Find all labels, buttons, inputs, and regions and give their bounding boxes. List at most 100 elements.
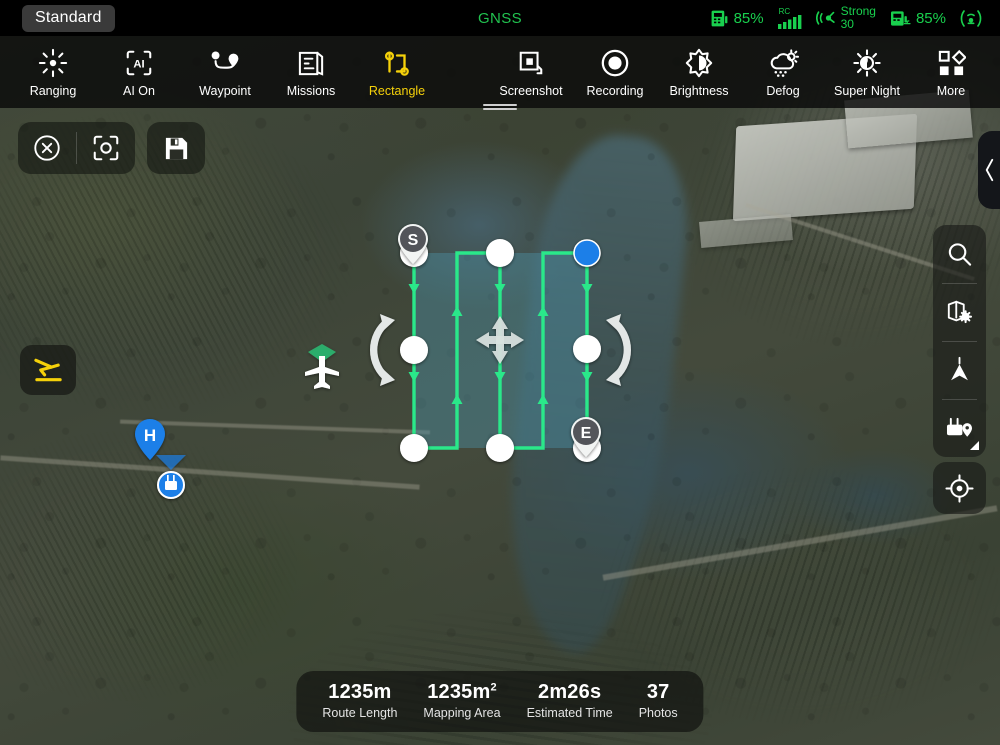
record-icon [600,46,630,80]
ranging-icon [38,46,68,80]
tool-ranging-label: Ranging [29,84,77,98]
drone-battery-icon [890,10,911,26]
camera-tools-group: Screenshot Recording Brightness Defog Su… [496,46,986,98]
tool-super-night[interactable]: Super Night [832,46,902,98]
aircraft-battery-indicator: 85% [890,9,946,28]
route-length-label: Route Length [322,706,398,720]
brightness-icon [684,46,714,80]
svg-text:AI: AI [133,59,144,71]
tool-brightness-label: Brightness [669,84,729,98]
mission-stats-bar: 1235m Route Length 1235m2 Mapping Area 2… [296,671,704,732]
stat-photos: 37 Photos [639,681,678,720]
chevron-left-icon [985,158,993,182]
search-icon [948,242,972,266]
end-marker-label: E [581,425,592,442]
estimated-time-value: 2m26s [537,681,602,703]
edge-handle-bottom-center[interactable] [486,434,514,462]
map-layers-button[interactable] [933,283,986,341]
status-bar: Standard GNSS 85% RC Strong 30 85% [0,0,1000,36]
save-mission-button[interactable] [147,122,205,174]
recenter-mission-button[interactable] [77,122,135,174]
screenshot-icon [517,46,545,80]
tool-screenshot[interactable]: Screenshot [496,46,566,98]
photos-value: 37 [646,681,670,703]
drag-handle-line [483,104,517,106]
transmission-icon [960,9,982,27]
tool-ranging[interactable]: Ranging [18,46,88,98]
cancel-mission-button[interactable] [18,122,76,174]
super-night-icon [852,46,882,80]
flight-mode-chip[interactable]: Standard [22,4,115,32]
stat-estimated-time: 2m26s Estimated Time [527,681,613,720]
edge-handle-mid-left[interactable] [400,336,428,364]
compass-north-icon [951,356,968,381]
toolbar-drag-handle[interactable] [483,104,517,113]
more-grid-icon [937,46,966,80]
locate-aircraft-button[interactable] [933,462,986,514]
mission-tools-group: Ranging AI AI On Waypoint Missions Recta… [18,46,432,98]
mapping-area-value: 1235m [427,681,491,703]
mapping-area-label: Mapping Area [423,706,501,720]
close-circle-icon [34,135,60,161]
tool-brightness[interactable]: Brightness [664,46,734,98]
focus-frame-icon [93,135,119,161]
home-marker-label: H [144,426,156,445]
tool-missions-label: Missions [286,84,336,98]
tool-screenshot-label: Screenshot [499,84,563,98]
expand-corner-indicator [970,441,979,450]
rc-battery-indicator: 85% [710,9,764,28]
remote-battery-icon [711,10,727,26]
save-floppy-icon [165,137,187,159]
map-settings-icon [947,300,972,324]
map-search-button[interactable] [933,225,986,283]
vertex-handle-bottom-left[interactable] [400,434,428,462]
stat-mapping-area: 1235m2 Mapping Area [423,681,500,720]
stat-route-length: 1235m Route Length [322,681,397,720]
tool-defog[interactable]: Defog [748,46,818,98]
vertex-handle-top-right-selected[interactable] [573,239,601,267]
gnss-status-label: GNSS [477,9,523,27]
rc-battery-value: 85% [733,9,764,27]
rectangle-icon [382,46,412,80]
tool-ai[interactable]: AI AI On [104,46,174,98]
tool-recording[interactable]: Recording [580,46,650,98]
drone-mapping-screen: S E H Standard GNSS 85% RC Strong 30 85%… [0,0,1000,745]
gnss-satellite-count: 30 [840,17,854,31]
drag-handle-line [483,108,517,110]
tool-defog-label: Defog [766,84,800,98]
tool-waypoint[interactable]: Waypoint [190,46,260,98]
missions-icon [297,46,326,80]
defog-icon [768,46,799,80]
edge-handle-mid-right[interactable] [573,335,601,363]
rc-signal-indicator: RC [777,7,802,29]
crosshair-target-icon [945,473,974,503]
tool-more[interactable]: More [916,46,986,98]
takeoff-icon [33,358,62,382]
takeoff-button[interactable] [20,345,76,395]
estimated-time-label: Estimated Time [526,706,613,720]
tool-rectangle[interactable]: Rectangle [362,46,432,98]
map-north-button[interactable] [933,341,986,399]
mission-edit-actions [18,122,205,174]
main-toolbar: Ranging AI AI On Waypoint Missions Recta… [0,36,1000,108]
tool-super-night-label: Super Night [833,84,900,98]
expand-panel-handle[interactable] [978,131,1000,209]
map-tools-panel [933,225,986,457]
tool-recording-label: Recording [586,84,644,98]
aircraft-battery-value: 85% [915,9,946,27]
edge-handle-top-center[interactable] [486,239,514,267]
waypoint-icon [209,46,241,80]
photos-label: Photos [638,706,678,720]
route-length-value: 1235m [328,681,392,703]
tool-waypoint-label: Waypoint [199,84,251,98]
tool-missions[interactable]: Missions [276,46,346,98]
tool-rectangle-label: Rectangle [368,84,426,98]
gnss-signal-indicator: Strong 30 [815,5,876,31]
start-marker-label: S [408,232,419,249]
status-indicators: 85% RC Strong 30 85% [710,5,1000,30]
mapping-area-unit-exponent: 2 [490,681,497,694]
signal-bars-icon [777,14,802,29]
tool-more-label: More [936,84,966,98]
rc-location-icon [946,417,973,437]
rc-location-button[interactable] [933,399,986,457]
